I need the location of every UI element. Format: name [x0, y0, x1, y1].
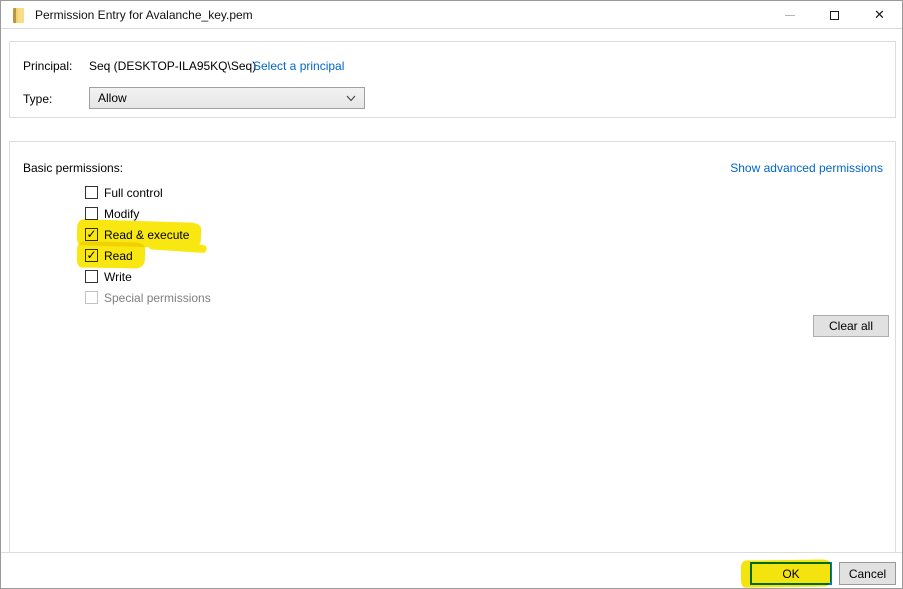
- checkbox-row-modify[interactable]: Modify: [85, 203, 139, 224]
- checkbox: [85, 207, 98, 220]
- checkbox: [85, 291, 98, 304]
- close-icon: ✕: [874, 9, 885, 22]
- ok-button[interactable]: OK: [750, 562, 832, 585]
- window-controls: ✕: [767, 1, 902, 29]
- footer-separator: [1, 552, 902, 553]
- close-button[interactable]: ✕: [857, 1, 902, 29]
- checkbox: [85, 186, 98, 199]
- basic-permissions-list: Full control Modify ✓ Read & execute ✓ R…: [85, 182, 211, 308]
- select-principal-link[interactable]: Select a principal: [253, 59, 344, 73]
- chevron-down-icon: [346, 95, 356, 102]
- checkbox-row-write[interactable]: Write: [85, 266, 132, 287]
- principal-value: Seq (DESKTOP-ILA95KQ\Seq): [89, 59, 256, 73]
- type-dropdown[interactable]: Allow: [89, 87, 365, 109]
- checkbox: ✓: [85, 228, 98, 241]
- type-label: Type:: [23, 92, 52, 106]
- maximize-icon: [830, 11, 839, 20]
- principal-section: Principal: Seq (DESKTOP-ILA95KQ\Seq) Sel…: [9, 41, 896, 118]
- checkbox-row-read-execute[interactable]: ✓ Read & execute: [85, 224, 189, 245]
- checkbox-label: Read & execute: [104, 228, 189, 242]
- checkbox-row-special-permissions[interactable]: Special permissions: [85, 287, 211, 308]
- basic-permissions-label: Basic permissions:: [23, 161, 123, 175]
- file-icon: [13, 8, 24, 23]
- cancel-button[interactable]: Cancel: [839, 562, 896, 585]
- show-advanced-permissions-link[interactable]: Show advanced permissions: [730, 161, 883, 175]
- clear-all-button[interactable]: Clear all: [813, 315, 889, 337]
- checkbox-label: Read: [104, 249, 133, 263]
- checkbox-row-full-control[interactable]: Full control: [85, 182, 163, 203]
- minimize-icon: [785, 15, 795, 16]
- maximize-button[interactable]: [812, 1, 857, 29]
- type-dropdown-value: Allow: [98, 91, 346, 105]
- titlebar: Permission Entry for Avalanche_key.pem ✕: [1, 1, 902, 29]
- checkbox: [85, 270, 98, 283]
- checkbox-label: Modify: [104, 207, 139, 221]
- checkbox-label: Special permissions: [104, 291, 211, 305]
- checkbox: ✓: [85, 249, 98, 262]
- window-title: Permission Entry for Avalanche_key.pem: [35, 1, 253, 29]
- check-icon: ✓: [86, 228, 96, 240]
- basic-permissions-section: Basic permissions: Show advanced permiss…: [9, 141, 896, 553]
- checkbox-row-read[interactable]: ✓ Read: [85, 245, 133, 266]
- checkbox-label: Full control: [104, 186, 163, 200]
- minimize-button[interactable]: [767, 1, 812, 29]
- permission-entry-dialog: Permission Entry for Avalanche_key.pem ✕…: [0, 0, 903, 589]
- checkbox-label: Write: [104, 270, 132, 284]
- principal-label: Principal:: [23, 59, 72, 73]
- check-icon: ✓: [86, 249, 96, 261]
